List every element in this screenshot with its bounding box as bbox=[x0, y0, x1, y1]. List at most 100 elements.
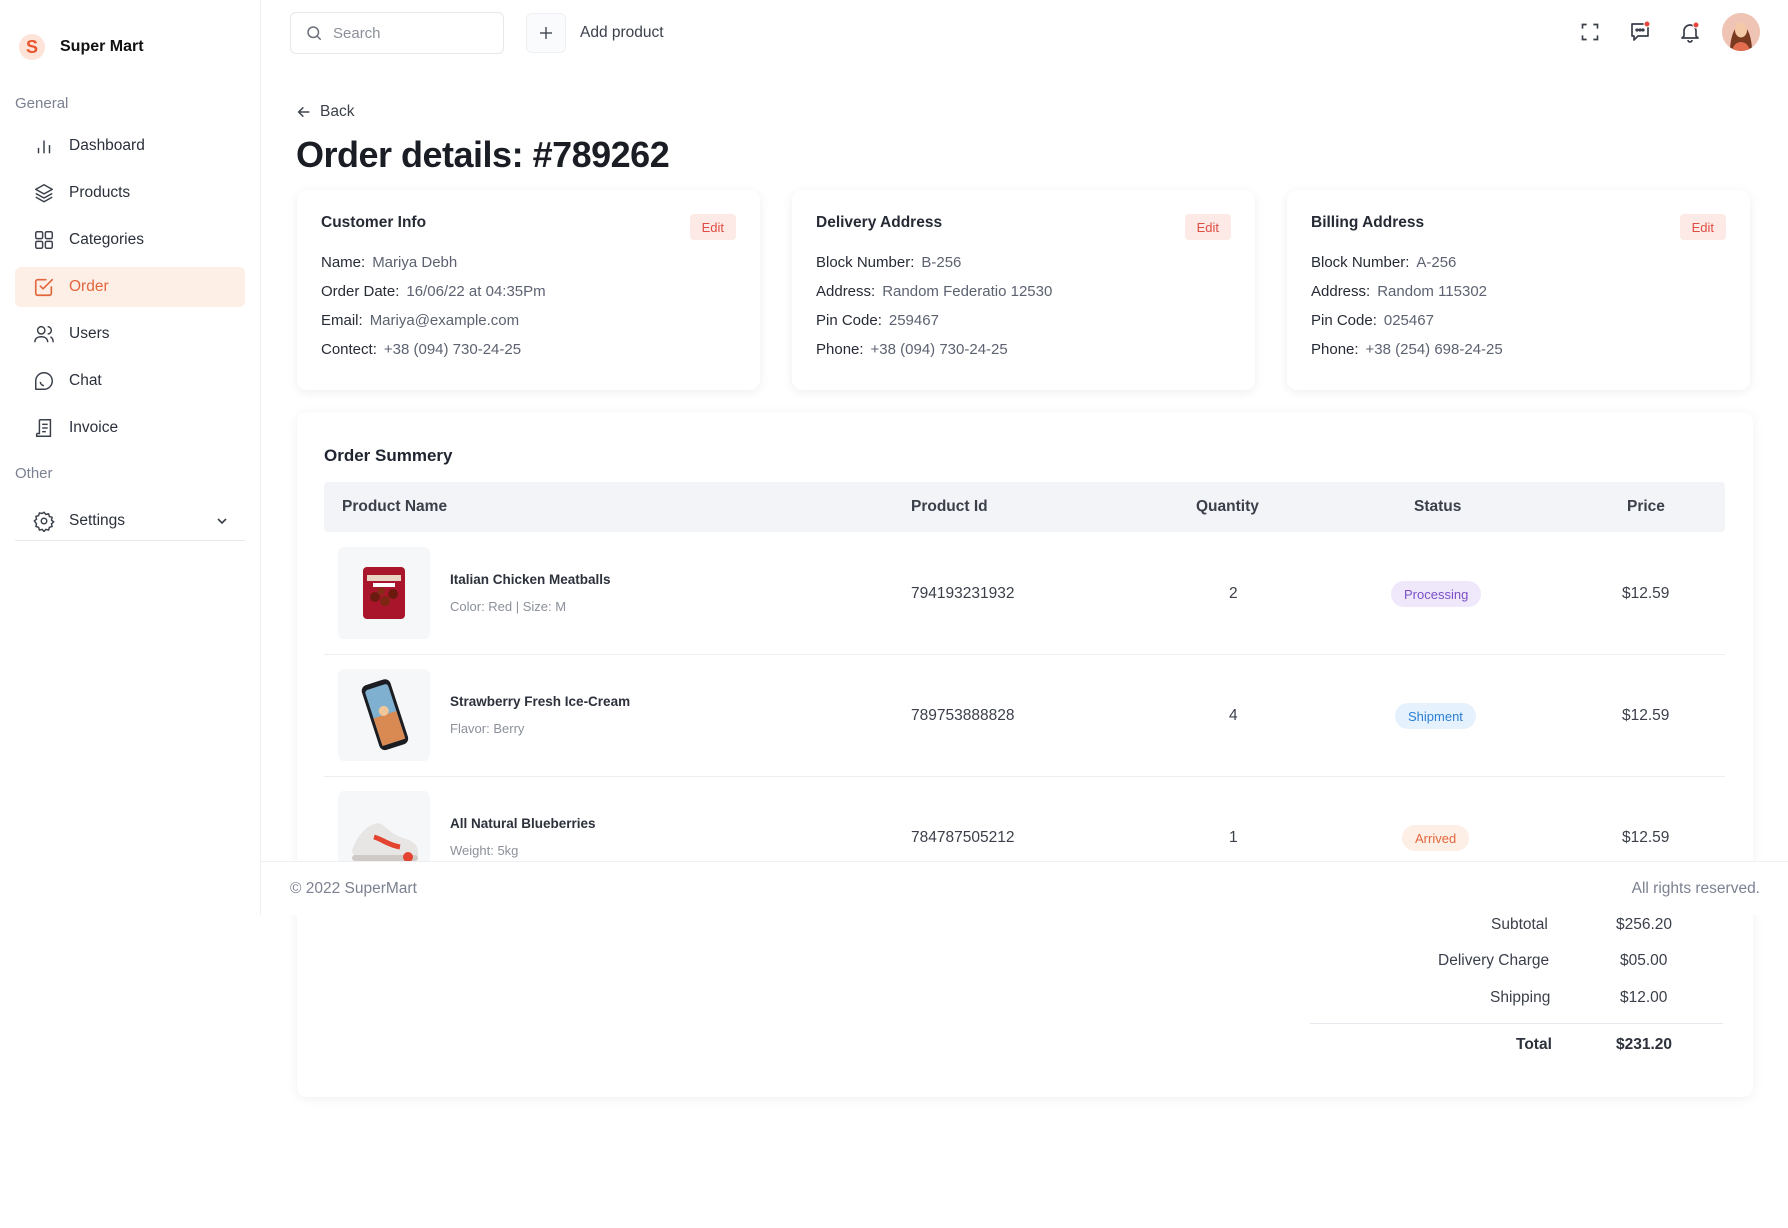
product-name[interactable]: Italian Chicken Meatballs bbox=[450, 572, 611, 587]
card-title: Customer Info bbox=[321, 214, 427, 231]
info-row: Block Number: B-256 bbox=[816, 254, 1231, 271]
info-value: +38 (254) 698-24-25 bbox=[1365, 341, 1503, 358]
sidebar-item-settings[interactable]: Settings bbox=[15, 501, 245, 541]
user-avatar-icon bbox=[1722, 13, 1760, 51]
bar-chart-icon bbox=[37, 140, 51, 154]
footer-rights: All rights reserved. bbox=[1631, 880, 1760, 897]
search-box[interactable] bbox=[290, 12, 504, 54]
sidebar-item-dashboard[interactable]: Dashboard bbox=[15, 126, 245, 166]
sidebar-item-order[interactable]: Order bbox=[15, 267, 245, 307]
sidebar-item-users[interactable]: Users bbox=[15, 314, 245, 354]
sidebar-item-label: Order bbox=[69, 278, 109, 295]
message-icon bbox=[1631, 20, 1651, 41]
add-button[interactable] bbox=[526, 13, 566, 53]
sidebar-item-invoice[interactable]: Invoice bbox=[15, 408, 245, 448]
info-row: Phone: +38 (254) 698-24-25 bbox=[1311, 341, 1726, 358]
table-row[interactable]: Italian Chicken Meatballs Color: Red | S… bbox=[324, 533, 1725, 655]
card-title: Billing Address bbox=[1311, 214, 1425, 231]
product-id: 794193231932 bbox=[911, 585, 1015, 602]
status-badge: Arrived bbox=[1402, 825, 1470, 851]
product-meta: Color: Red | Size: M bbox=[450, 599, 567, 614]
footer-copyright: © 2022 SuperMart bbox=[290, 880, 417, 897]
chat-icon bbox=[35, 372, 53, 390]
product-thumbnail bbox=[338, 669, 430, 761]
sidebar: S Super Mart General Dashboard Products … bbox=[0, 0, 261, 915]
delivery-charge-label: Delivery Charge bbox=[1438, 952, 1550, 969]
info-key: Block Number: bbox=[1311, 254, 1410, 271]
info-value: 025467 bbox=[1383, 312, 1434, 329]
info-value: 16/06/22 at 04:35Pm bbox=[406, 283, 546, 300]
brand-logo-icon: S bbox=[18, 30, 46, 64]
avatar[interactable] bbox=[1722, 13, 1760, 51]
quantity: 2 bbox=[1229, 585, 1238, 602]
receipt-icon bbox=[35, 419, 52, 437]
product-id: 784787505212 bbox=[911, 829, 1015, 846]
column-header: Product Name bbox=[342, 498, 448, 515]
sidebar-item-products[interactable]: Products bbox=[15, 173, 245, 213]
price: $12.59 bbox=[1622, 585, 1670, 602]
price: $12.59 bbox=[1622, 707, 1670, 724]
footer: © 2022 SuperMart All rights reserved. bbox=[261, 861, 1788, 915]
card-title: Delivery Address bbox=[816, 214, 943, 231]
info-value: +38 (094) 730-24-25 bbox=[383, 341, 522, 358]
table-row[interactable]: Strawberry Fresh Ice-Cream Flavor: Berry… bbox=[324, 655, 1725, 777]
add-product-button[interactable]: Add product bbox=[526, 12, 664, 54]
grid-icon bbox=[35, 231, 53, 249]
product-id: 789753888828 bbox=[911, 707, 1015, 724]
sidebar-item-label: Products bbox=[69, 184, 131, 201]
divider bbox=[15, 540, 245, 541]
back-label: Back bbox=[320, 103, 355, 120]
info-key: Contect: bbox=[321, 341, 377, 358]
info-row: Pin Code: 259467 bbox=[816, 312, 1231, 329]
product-meta: Weight: 5kg bbox=[450, 843, 519, 858]
shipping-value: $12.00 bbox=[1620, 989, 1668, 1006]
svg-text:S: S bbox=[26, 37, 38, 57]
delivery-charge-value: $05.00 bbox=[1620, 952, 1668, 969]
info-value: B-256 bbox=[921, 254, 962, 271]
info-row: Phone: +38 (094) 730-24-25 bbox=[816, 341, 1231, 358]
shipping-label: Shipping bbox=[1490, 989, 1551, 1006]
messages-button[interactable] bbox=[1626, 18, 1654, 46]
notifications-button[interactable] bbox=[1676, 18, 1704, 46]
info-key: Email: bbox=[321, 312, 363, 329]
column-header: Status bbox=[1414, 498, 1462, 515]
info-row: Order Date: 16/06/22 at 04:35Pm bbox=[321, 283, 736, 300]
info-value: Mariya Debh bbox=[372, 254, 458, 271]
info-key: Phone: bbox=[1311, 341, 1359, 358]
sidebar-item-label: Users bbox=[69, 325, 110, 342]
total-value: $231.20 bbox=[1616, 1036, 1673, 1053]
search-input[interactable] bbox=[333, 24, 483, 42]
product-name[interactable]: Strawberry Fresh Ice-Cream bbox=[450, 694, 630, 709]
divider bbox=[1310, 1023, 1723, 1024]
info-key: Pin Code: bbox=[1311, 312, 1377, 329]
info-key: Block Number: bbox=[816, 254, 915, 271]
brand-name: Super Mart bbox=[60, 38, 144, 55]
gear-icon bbox=[33, 511, 55, 532]
info-key: Address: bbox=[1311, 283, 1371, 300]
product-name[interactable]: All Natural Blueberries bbox=[450, 816, 596, 831]
summary-title: Order Summery bbox=[324, 446, 453, 465]
back-link[interactable]: Back bbox=[296, 103, 354, 121]
quantity: 4 bbox=[1229, 707, 1238, 724]
price: $12.59 bbox=[1622, 829, 1670, 846]
info-row: Pin Code: 025467 bbox=[1311, 312, 1726, 329]
edit-button[interactable]: Edit bbox=[689, 214, 736, 240]
edit-button[interactable]: Edit bbox=[1679, 214, 1726, 240]
sidebar-item-categories[interactable]: Categories bbox=[15, 220, 245, 260]
search-icon bbox=[307, 26, 322, 41]
users-icon bbox=[34, 325, 54, 343]
fullscreen-button[interactable] bbox=[1576, 18, 1604, 46]
info-row: Contect: +38 (094) 730-24-25 bbox=[321, 341, 736, 358]
sidebar-item-chat[interactable]: Chat bbox=[15, 361, 245, 401]
sneaker-icon bbox=[352, 823, 418, 862]
edit-button[interactable]: Edit bbox=[1184, 214, 1231, 240]
status-badge: Shipment bbox=[1395, 703, 1476, 729]
column-header: Price bbox=[1627, 498, 1665, 515]
sidebar-item-label: Chat bbox=[69, 372, 102, 389]
quantity: 1 bbox=[1229, 829, 1238, 846]
brand[interactable]: S Super Mart bbox=[18, 30, 144, 64]
info-key: Address: bbox=[816, 283, 876, 300]
subtotal-value: $256.20 bbox=[1616, 916, 1673, 933]
info-row: Address: Random 115302 bbox=[1311, 283, 1726, 300]
sidebar-item-label: Invoice bbox=[69, 419, 119, 436]
